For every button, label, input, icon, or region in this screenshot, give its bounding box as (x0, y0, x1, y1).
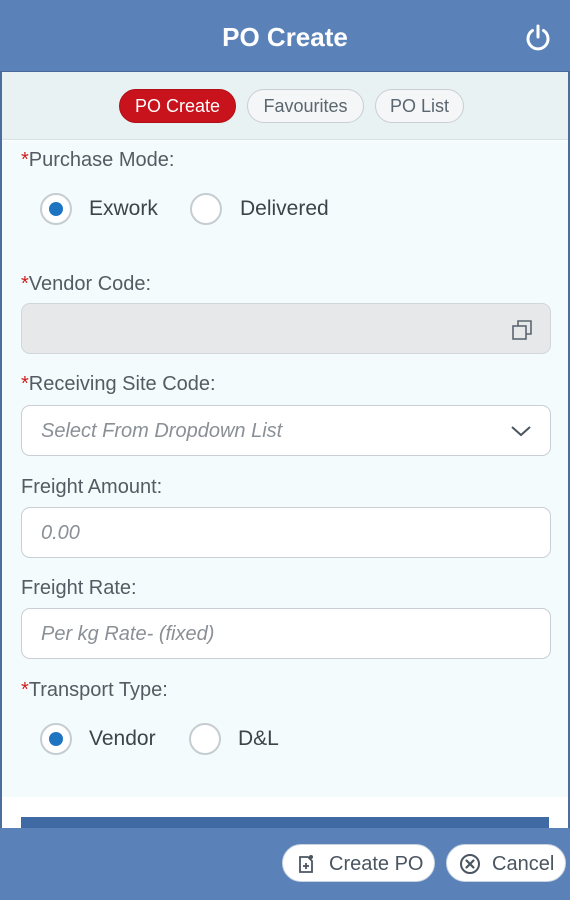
transport-type-label: *Transport Type: (21, 679, 168, 701)
radio-dl[interactable] (189, 723, 221, 755)
tab-po-list[interactable]: PO List (375, 89, 464, 123)
freight-rate-label: Freight Rate: (21, 577, 137, 599)
freight-amount-placeholder: 0.00 (41, 522, 80, 544)
purchase-mode-label: *Purchase Mode: (21, 149, 175, 171)
required-marker: * (21, 149, 29, 171)
radio-vendor-label[interactable]: Vendor (89, 727, 156, 751)
copy-icon[interactable] (510, 318, 534, 342)
chevron-down-icon[interactable] (510, 422, 532, 440)
tab-favourites[interactable]: Favourites (247, 89, 364, 123)
radio-exwork[interactable] (40, 193, 72, 225)
required-marker: * (21, 273, 29, 295)
freight-rate-placeholder: Per kg Rate- (fixed) (41, 623, 215, 645)
create-po-button[interactable]: Create PO (282, 844, 435, 882)
freight-amount-input[interactable]: 0.00 (21, 507, 551, 558)
tab-bar: PO Create Favourites PO List (2, 72, 568, 140)
receiving-site-code-label: *Receiving Site Code: (21, 373, 216, 395)
power-icon[interactable] (524, 24, 552, 52)
required-marker: * (21, 679, 29, 701)
radio-exwork-label[interactable]: Exwork (89, 197, 158, 221)
form-content: *Purchase Mode: Exwork Delivered *Vendor… (2, 141, 568, 797)
receiving-site-code-placeholder: Select From Dropdown List (41, 420, 283, 442)
page-title: PO Create (222, 22, 348, 52)
freight-amount-label: Freight Amount: (21, 476, 163, 498)
cancel-icon (460, 854, 480, 874)
vendor-code-label: *Vendor Code: (21, 273, 152, 295)
create-po-label: Create PO (329, 853, 424, 875)
create-document-icon (299, 855, 313, 873)
vendor-code-field[interactable] (21, 303, 551, 354)
required-marker: * (21, 373, 29, 395)
receiving-site-code-select[interactable]: Select From Dropdown List (21, 405, 551, 456)
radio-delivered-label[interactable]: Delivered (240, 197, 329, 221)
radio-dl-label[interactable]: D&L (238, 727, 279, 751)
cancel-label: Cancel (492, 853, 555, 875)
tab-po-create[interactable]: PO Create (119, 89, 236, 123)
app-header: PO Create (0, 0, 570, 72)
cancel-button[interactable]: Cancel (446, 844, 566, 882)
freight-rate-input[interactable]: Per kg Rate- (fixed) (21, 608, 551, 659)
app-footer: Create PO Cancel (0, 828, 570, 900)
radio-vendor[interactable] (40, 723, 72, 755)
radio-delivered[interactable] (190, 193, 222, 225)
